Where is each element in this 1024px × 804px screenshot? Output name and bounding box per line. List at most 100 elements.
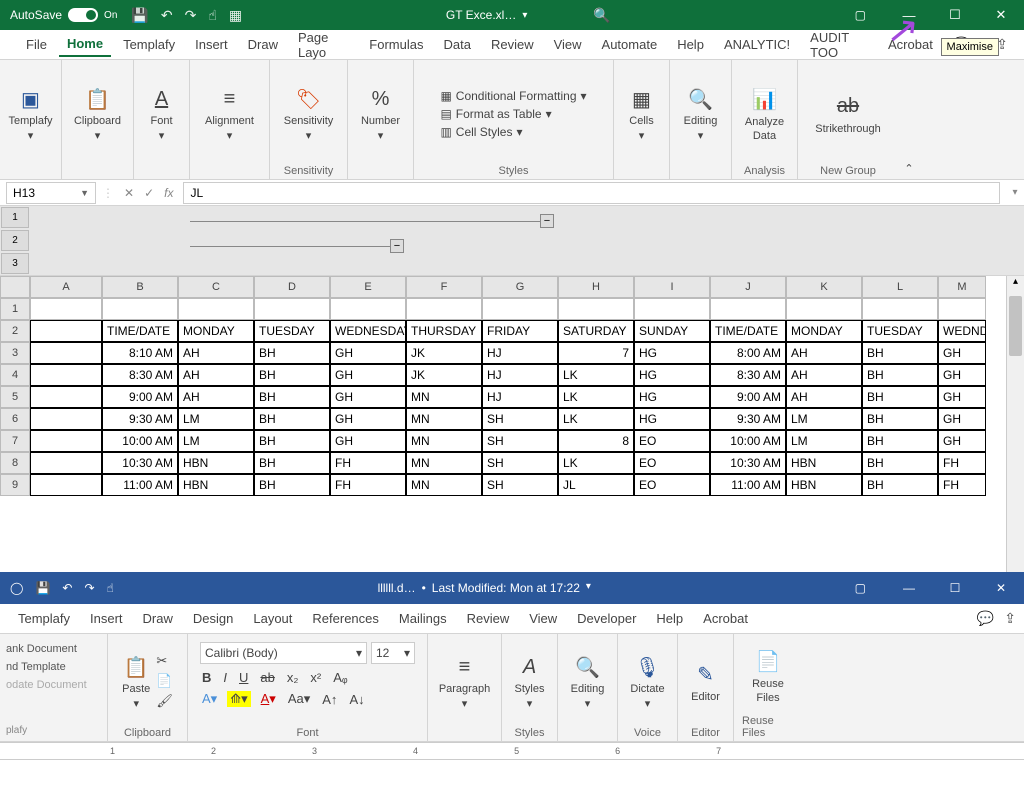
word-tab-acrobat[interactable]: Acrobat [703,611,748,626]
format-as-table-button[interactable]: ▤Format as Table ▾ [440,107,551,121]
cell[interactable]: HJ [482,386,558,408]
word-share-icon[interactable]: ⇪ [1004,610,1016,627]
row-header-9[interactable]: 9 [0,474,30,496]
blank-document-item[interactable]: ank Document [4,640,103,658]
cell[interactable] [30,298,102,320]
cancel-formula-icon[interactable]: ✕ [124,186,134,200]
col-header-K[interactable]: K [786,276,862,298]
cell[interactable]: HBN [786,452,862,474]
cell[interactable]: TUESDAY [862,320,938,342]
cells-button[interactable]: ▦Cells▾ [628,85,656,142]
underline-button[interactable]: U [237,670,250,685]
col-header-G[interactable]: G [482,276,558,298]
word-tab-templafy[interactable]: Templafy [18,611,70,626]
cell[interactable]: GH [938,342,986,364]
cell[interactable]: BH [862,342,938,364]
cell[interactable]: HBN [178,452,254,474]
highlight-button[interactable]: ⟰▾ [227,691,250,707]
cell[interactable]: GH [938,430,986,452]
cell[interactable]: GH [938,386,986,408]
addin-icon[interactable]: ▦ [229,7,242,24]
word-ribbon-display-icon[interactable]: ▢ [855,581,866,595]
cell[interactable]: GH [330,342,406,364]
cell[interactable] [30,474,102,496]
cell[interactable]: GH [938,364,986,386]
collapse-ribbon-icon[interactable]: ⌃ [904,162,913,175]
ribbon-display-icon[interactable]: ▢ [855,8,866,22]
cell[interactable]: MN [406,430,482,452]
excel-tab-insert[interactable]: Insert [187,33,236,56]
col-header-J[interactable]: J [710,276,786,298]
excel-tab-automate[interactable]: Automate [594,33,666,56]
word-doc-title[interactable]: llllll.d… • Last Modified: Mon at 17:22 … [114,581,855,595]
cell[interactable]: EO [634,430,710,452]
cell[interactable] [862,298,938,320]
excel-tab-review[interactable]: Review [483,33,542,56]
col-header-L[interactable]: L [862,276,938,298]
cell[interactable]: AH [178,342,254,364]
enter-formula-icon[interactable]: ✓ [144,186,154,200]
chevron-down-icon[interactable]: ▾ [586,581,591,595]
cell[interactable]: AH [786,386,862,408]
row-header-6[interactable]: 6 [0,408,30,430]
cell[interactable]: 10:30 AM [710,452,786,474]
word-editing-button[interactable]: 🔍Editing▾ [571,653,605,710]
col-header-I[interactable]: I [634,276,710,298]
italic-button[interactable]: I [221,670,229,685]
cell[interactable]: JK [406,342,482,364]
cell[interactable]: GH [330,386,406,408]
cell[interactable]: BH [254,386,330,408]
excel-tab-draw[interactable]: Draw [240,33,286,56]
change-case-button[interactable]: Aa▾ [286,691,312,707]
reuse-files-button[interactable]: 📄ReuseFiles [752,648,784,704]
search-icon[interactable]: 🔍 [593,7,610,24]
cell[interactable]: 10:00 AM [102,430,178,452]
word-save-icon[interactable]: 💾 [35,581,50,595]
outline-level-1[interactable]: 1 [1,207,29,228]
excel-tab-formulas[interactable]: Formulas [361,33,431,56]
word-tab-view[interactable]: View [529,611,557,626]
cell[interactable]: GH [938,408,986,430]
cell-styles-button[interactable]: ▥Cell Styles ▾ [440,125,522,139]
cut-icon[interactable]: ✂ [156,653,173,669]
cell[interactable]: TIME/DATE [102,320,178,342]
cell[interactable]: FH [330,474,406,496]
cell[interactable]: SH [482,474,558,496]
word-minimize-button[interactable]: — [886,572,932,604]
cell[interactable]: JL [558,474,634,496]
cell[interactable] [30,430,102,452]
cell[interactable]: AH [178,364,254,386]
cell[interactable]: FH [938,452,986,474]
cell[interactable]: 8:00 AM [710,342,786,364]
font-color-button[interactable]: A▾ [259,691,278,707]
cell[interactable] [330,298,406,320]
cell[interactable] [254,298,330,320]
cell[interactable]: HG [634,342,710,364]
excel-tab-analytic![interactable]: ANALYTIC! [716,33,798,56]
col-header-M[interactable]: M [938,276,986,298]
cell[interactable]: BH [254,452,330,474]
cell[interactable] [102,298,178,320]
row-header-2[interactable]: 2 [0,320,30,342]
clear-format-icon[interactable]: Aᵩ [331,670,349,685]
cell[interactable]: HG [634,386,710,408]
strikethrough-button[interactable]: abStrikethrough [815,93,880,135]
cell[interactable]: AH [786,342,862,364]
cell[interactable]: LK [558,452,634,474]
cell[interactable]: WEDNDAY [938,320,986,342]
name-box[interactable]: H13 ▼ [6,182,96,204]
row-header-5[interactable]: 5 [0,386,30,408]
cell[interactable]: LK [558,386,634,408]
text-effects-button[interactable]: A▾ [200,691,219,707]
cell[interactable]: TUESDAY [254,320,330,342]
font-name-combo[interactable]: Calibri (Body)▾ [200,642,367,664]
cell[interactable]: MN [406,474,482,496]
excel-tab-templafy[interactable]: Templafy [115,33,183,56]
cell[interactable]: 9:30 AM [710,408,786,430]
word-undo-icon[interactable]: ↶ [62,581,72,595]
word-comments-icon[interactable]: 💬 [977,610,994,627]
cell[interactable]: HBN [178,474,254,496]
cell[interactable]: FH [938,474,986,496]
cell[interactable]: GH [330,430,406,452]
chevron-down-icon[interactable]: ▼ [80,188,89,198]
